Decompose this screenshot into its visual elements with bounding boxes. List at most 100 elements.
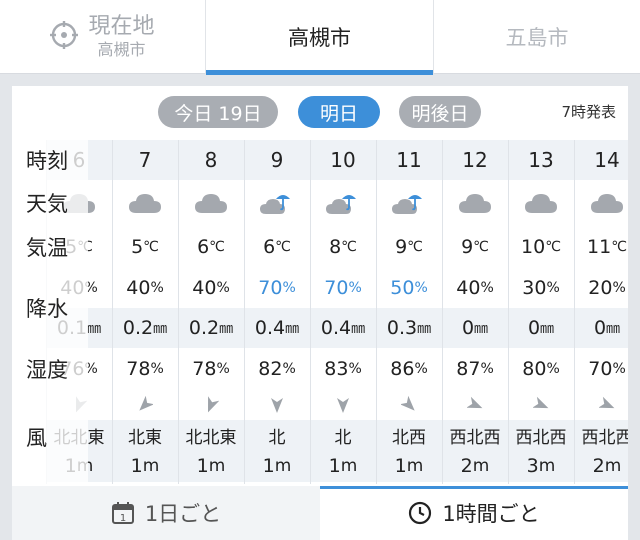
precip-probability-unit: % (612, 280, 626, 296)
cloudy-icon (112, 180, 178, 226)
precip-amount-value: 0.4 (320, 317, 352, 339)
humidity-value: 80 (522, 358, 547, 380)
column-divider (310, 140, 311, 484)
humidity-unit: % (216, 361, 230, 377)
wind-direction-value: 西北西 (449, 427, 501, 448)
hourly-forecast-grid[interactable]: 時刻 天気 気温 降水 湿度 風 65℃40%0.1㎜76%北北東1m75℃40… (12, 140, 628, 484)
day-selector: 今日 19日 明日 明後日 7時発表 (12, 86, 628, 136)
wind-direction-value: 北東 (128, 427, 162, 448)
temperature-value: 6 (263, 236, 276, 258)
precip-probability-cell: 40% (178, 268, 244, 308)
hour-column: 14 11 ℃ 20% 0 ㎜ 70% 西北西 2 m (574, 140, 628, 484)
wind-speed-unit: m (340, 456, 358, 476)
wind-speed-value: 1 (130, 455, 143, 477)
wind-direction-value: 北 (268, 427, 286, 448)
precip-probability-unit: % (480, 280, 494, 296)
temperature-unit: ℃ (611, 239, 627, 255)
hourly-tab[interactable]: 1時間ごと (320, 486, 628, 540)
hour-cell: 13 (508, 140, 574, 180)
precip-amount-value: 0 (461, 317, 475, 339)
precip-probability-unit: % (216, 280, 230, 296)
day-tab-today-label: 今日 19日 (174, 102, 262, 125)
daily-tab[interactable]: 1 1日ごと (12, 486, 320, 540)
cloudy-icon (574, 180, 628, 226)
column-divider (376, 140, 377, 484)
precip-amount-cell: 0 ㎜ (508, 308, 574, 348)
temperature-unit: ℃ (209, 239, 225, 255)
hour-column: 7 5 ℃ 40% 0.2 ㎜ 78% 北東 1 m (112, 140, 178, 484)
tab-current-sublabel: 高槻市 (97, 40, 146, 59)
day-tab-day-after[interactable]: 明後日 (399, 96, 481, 128)
temperature-cell: 5℃ (112, 226, 178, 268)
column-divider (574, 140, 575, 484)
hour-value: 8 (204, 148, 218, 172)
wind-direction-value: 北西 (392, 427, 426, 448)
row-label-weather-text: 天気 (26, 192, 68, 216)
hour-cell: 7 (112, 140, 178, 180)
wind-speed-cell: 3m (508, 450, 574, 482)
hour-cell: 9 (244, 140, 310, 180)
hour-cell: 8 (178, 140, 244, 180)
wind-direction-text: 北 (244, 420, 310, 450)
hour-cell: 14 (574, 140, 628, 180)
humidity-unit: % (348, 361, 362, 377)
wind-speed-value: 1 (196, 455, 209, 477)
precip-probability-value: 70 (258, 277, 283, 299)
wind-direction-icon (310, 390, 376, 420)
wind-direction-icon (508, 390, 574, 420)
wind-direction-icon (574, 390, 628, 420)
precip-amount-unit: ㎜ (351, 321, 366, 337)
svg-text:1: 1 (120, 513, 126, 524)
humidity-cell: 83% (310, 348, 376, 390)
tab-current-location[interactable]: 現在地 高槻市 (0, 0, 206, 74)
precip-probability-cell: 40% (112, 268, 178, 308)
row-label-humidity-text: 湿度 (26, 358, 68, 382)
precip-probability-cell: 20% (574, 268, 628, 308)
row-label-wind-text: 風 (26, 426, 47, 450)
temperature-value: 9 (395, 236, 408, 258)
wind-speed-unit: m (472, 456, 490, 476)
precip-probability-cell: 70% (310, 268, 376, 308)
precip-amount-cell: 0.4 ㎜ (310, 308, 376, 348)
day-tab-tomorrow-label: 明日 (319, 102, 358, 125)
precip-amount-cell: 0.2 ㎜ (112, 308, 178, 348)
day-tab-today[interactable]: 今日 19日 (158, 96, 278, 128)
wind-speed-unit: m (208, 456, 226, 476)
precip-amount-cell: 0.2 ㎜ (178, 308, 244, 348)
column-divider (508, 140, 509, 484)
temperature-cell: 9 ℃ (442, 226, 508, 268)
tab-takatsuki[interactable]: 高槻市 (206, 0, 434, 75)
wind-direction-icon (442, 390, 508, 420)
temperature-unit: ℃ (473, 239, 489, 255)
wind-speed-value: 2 (460, 455, 473, 477)
daily-tab-label: 1日ごと (144, 502, 222, 526)
hour-value: 9 (270, 148, 284, 172)
precip-amount-unit: ㎜ (87, 321, 102, 337)
precip-probability-cell: 70% (244, 268, 310, 308)
temperature-unit: ℃ (407, 239, 423, 255)
humidity-value: 86 (390, 358, 415, 380)
wind-direction-text: 北西 (376, 420, 442, 450)
cloudy-icon (178, 180, 244, 226)
wind-speed-cell: 1m (376, 450, 442, 482)
tab-goto-label: 五島市 (505, 26, 569, 50)
precip-probability-unit: % (150, 280, 164, 296)
wind-direction-text: 西北西 (442, 420, 508, 450)
interval-toggle: 1 1日ごと 1時間ごと (12, 486, 628, 540)
humidity-value: 82 (258, 358, 283, 380)
wind-speed-unit: m (538, 456, 556, 476)
wind-speed-value: 3 (526, 455, 539, 477)
hour-column: 11 9 ℃ 50% 0.3 ㎜ 86% 北西 1 m (376, 140, 442, 484)
hour-column: 10 8 ℃ 70% 0.4 ㎜ 83% 北 1 m (310, 140, 376, 484)
tab-goto[interactable]: 五島市 (434, 0, 640, 74)
humidity-value: 70 (588, 358, 613, 380)
day-tab-tomorrow[interactable]: 明日 (298, 96, 380, 128)
hour-column: 13 10 ℃ 30% 0 ㎜ 80% 西北西 3 m (508, 140, 574, 484)
hourly-tab-label: 1時間ごと (442, 502, 540, 526)
precip-amount-cell: 0.4 ㎜ (244, 308, 310, 348)
forecast-card: 今日 19日 明日 明後日 7時発表 時刻 天気 気温 降水 湿度 風 65℃4… (12, 86, 628, 540)
temperature-value: 11 (587, 236, 612, 258)
rain-icon (244, 180, 310, 226)
precip-amount-unit: ㎜ (474, 321, 489, 337)
wind-direction-icon (178, 390, 244, 420)
